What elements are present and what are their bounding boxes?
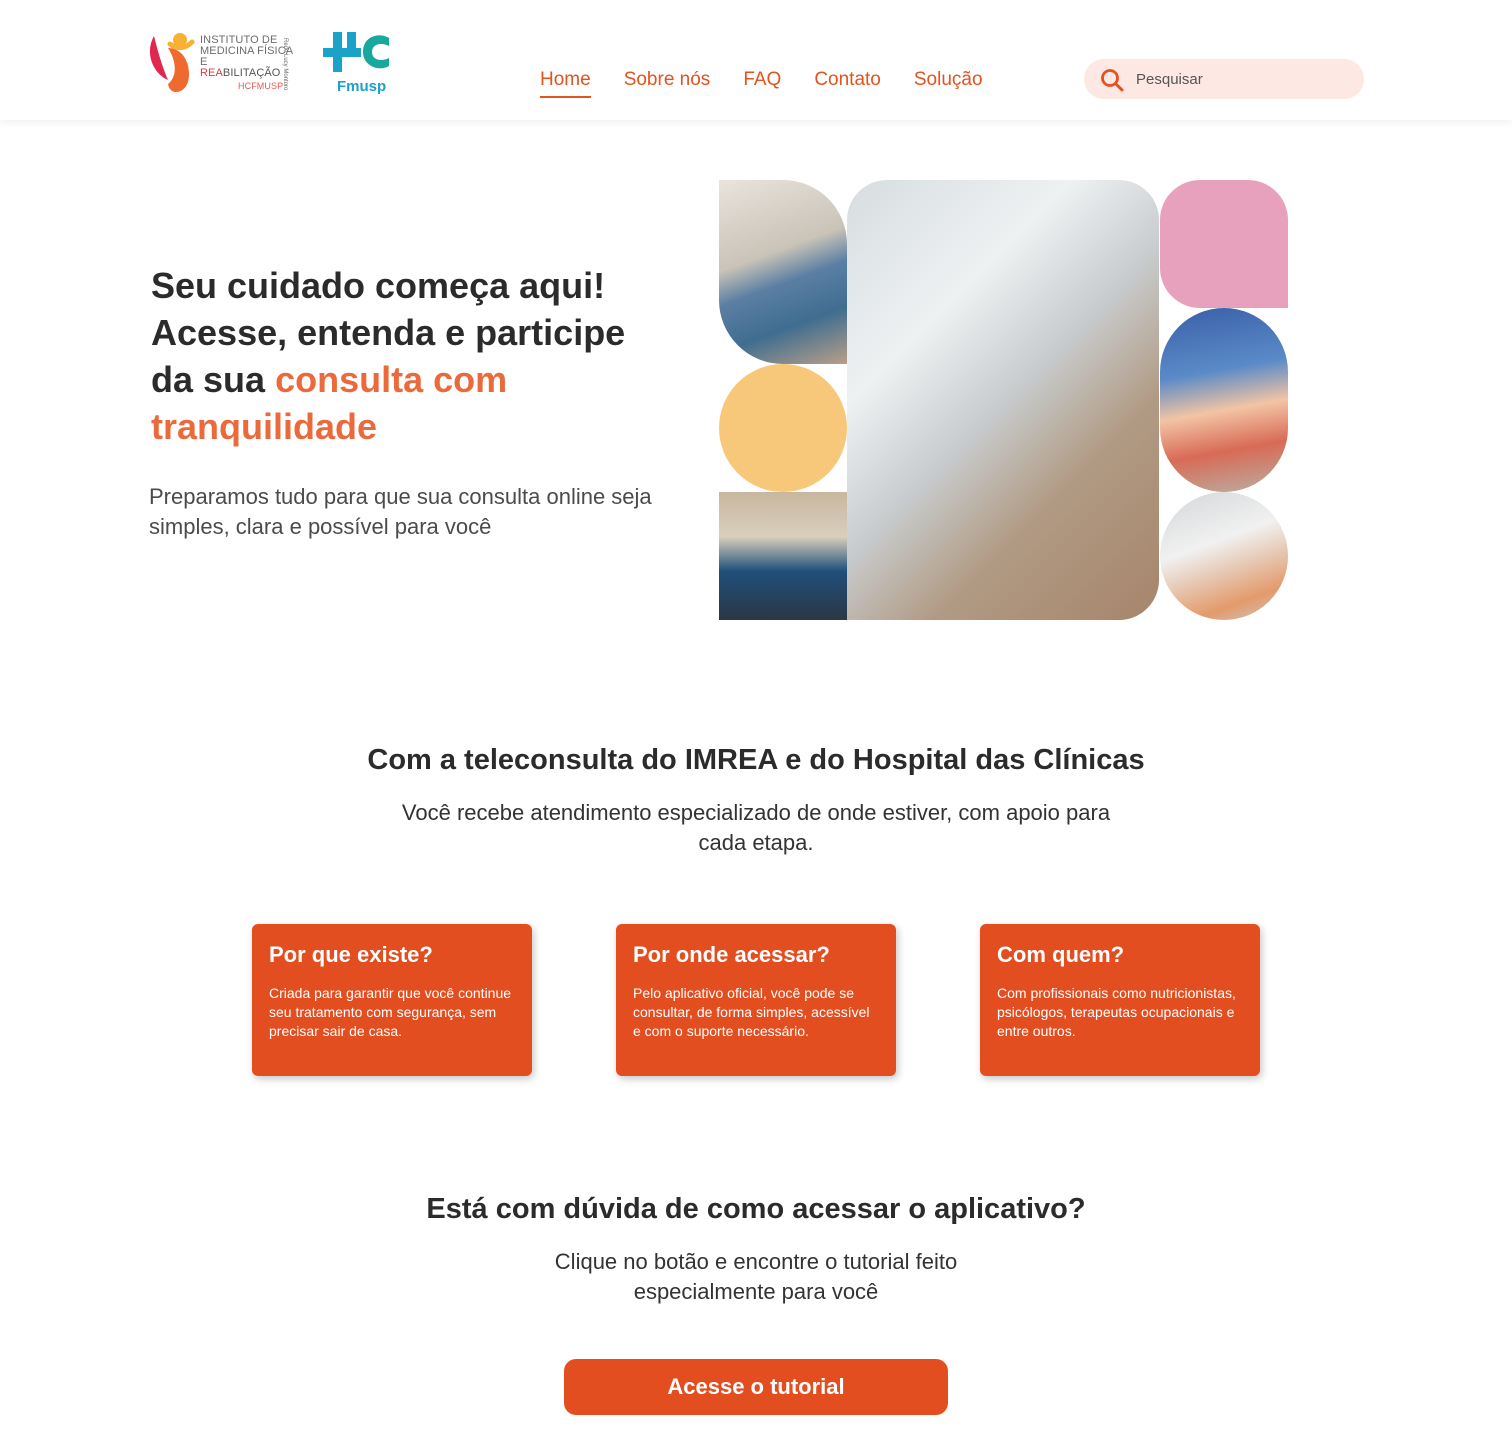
imrea-logo[interactable]: INSTITUTO DE MEDICINA FÍSICA E REABILITA… <box>148 30 293 96</box>
photo-teleconsultation <box>847 180 1159 620</box>
photo-child-therapy <box>1160 308 1288 492</box>
main-nav: Home Sobre nós FAQ Contato Solução <box>540 68 983 98</box>
tutorial-title: Está com dúvida de como acessar o aplica… <box>426 1193 1086 1225</box>
info-card-why: Por que existe? Criada para garantir que… <box>252 924 532 1076</box>
site-header: INSTITUTO DE MEDICINA FÍSICA E REABILITA… <box>0 0 1512 120</box>
info-card-title: Com quem? <box>997 942 1125 967</box>
tutorial-subtitle: Clique no botão e encontre o tutorial fe… <box>554 1249 958 1304</box>
imrea-logo-mark-icon <box>149 33 195 93</box>
nav-home[interactable]: Home <box>540 68 591 98</box>
info-card-where: Por onde acessar? Pelo aplicativo oficia… <box>616 924 896 1076</box>
info-card-text: Pelo aplicativo oficial, você pode se co… <box>633 985 870 1039</box>
hc-logo-label: Fmusp <box>337 78 387 95</box>
photo-patient-walking <box>719 180 847 364</box>
photo-doctor-child <box>1160 492 1288 620</box>
search-icon[interactable] <box>1100 68 1124 92</box>
hc-logo-mark-icon <box>323 32 389 72</box>
nav-sobre-nos[interactable]: Sobre nós <box>624 68 711 98</box>
info-card-text: Criada para garantir que você continue s… <box>269 985 512 1039</box>
hero-title: Seu cuidado começa aqui! Acesse, entenda… <box>151 262 671 450</box>
imrea-logo-text: INSTITUTO DE MEDICINA FÍSICA E REABILITA… <box>200 35 293 92</box>
nav-contato[interactable]: Contato <box>814 68 881 98</box>
nav-solucao[interactable]: Solução <box>914 68 983 98</box>
decorative-pink-shape <box>1160 180 1288 308</box>
imrea-logo-vertical-text: Rede Lucy Montoro <box>282 38 288 91</box>
hc-fmusp-logo[interactable]: Fmusp <box>323 30 393 100</box>
imrea-logo-bilitacao: BILITAÇÃO <box>222 67 281 79</box>
decorative-yellow-circle <box>719 364 847 492</box>
photo-table-tennis <box>719 492 847 620</box>
hero-image-mosaic <box>719 180 1289 620</box>
hero-subtitle: Preparamos tudo para que sua consulta on… <box>149 484 652 539</box>
teleconsulta-subtitle: Você recebe atendimento especializado de… <box>401 800 1111 855</box>
info-card-text: Com profissionais como nutricionistas, p… <box>997 985 1236 1039</box>
search-input[interactable] <box>1136 67 1346 91</box>
info-card-title: Por que existe? <box>269 942 433 967</box>
teleconsulta-title: Com a teleconsulta do IMREA e do Hospita… <box>367 744 1145 776</box>
access-tutorial-button[interactable]: Acesse o tutorial <box>564 1359 948 1415</box>
info-card-who: Com quem? Com profissionais como nutrici… <box>980 924 1260 1076</box>
info-card-title: Por onde acessar? <box>633 942 830 967</box>
imrea-logo-rea: REA <box>200 67 223 79</box>
imrea-logo-line4: HCFMUSP <box>238 81 284 91</box>
imrea-logo-line2: MEDICINA FÍSICA E <box>200 45 293 68</box>
imrea-logo-line3: REABILITAÇÃO <box>200 68 293 79</box>
nav-faq[interactable]: FAQ <box>743 68 781 98</box>
search-bar[interactable] <box>1084 59 1364 99</box>
